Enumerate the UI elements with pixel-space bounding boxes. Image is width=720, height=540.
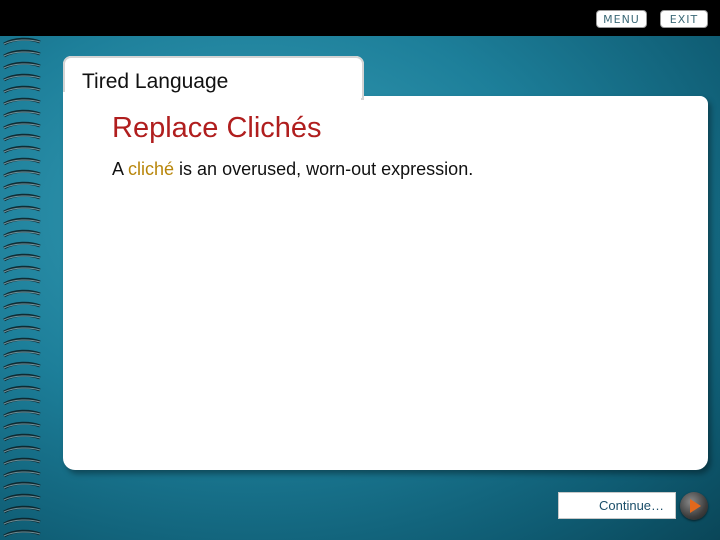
menu-button[interactable]: MENU (596, 10, 647, 28)
content-card (63, 96, 708, 470)
exit-button[interactable]: EXIT (660, 10, 708, 28)
definition-prefix: A (112, 159, 129, 179)
play-icon[interactable] (680, 492, 708, 520)
definition-term: cliché (128, 159, 175, 179)
slide-heading: Replace Clichés (112, 112, 322, 144)
spiral-binding-icon (0, 36, 44, 540)
definition-text: A cliché is an overused, worn-out expres… (112, 159, 473, 180)
continue-button[interactable]: Continue… (558, 492, 676, 519)
definition-suffix: is an overused, worn-out expression. (174, 159, 474, 179)
section-title: Tired Language (82, 70, 229, 93)
